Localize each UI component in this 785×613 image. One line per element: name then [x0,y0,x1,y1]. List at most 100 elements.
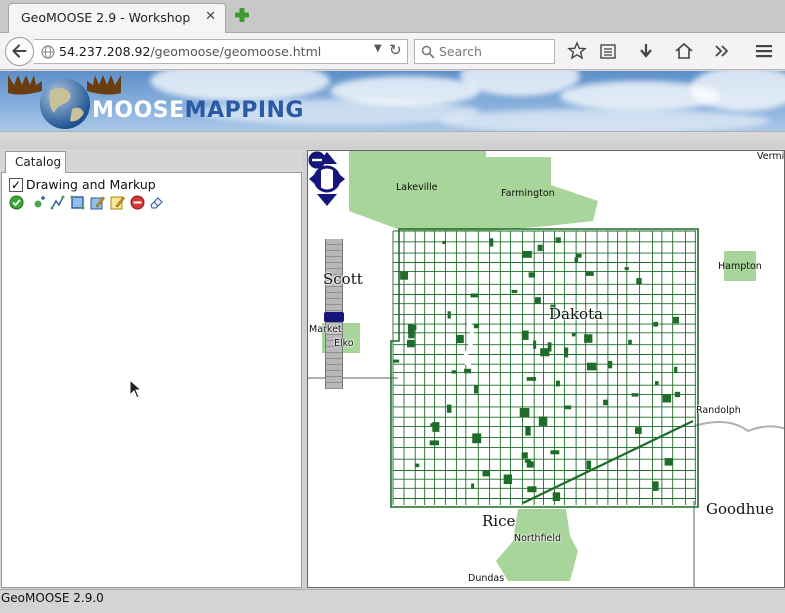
header-divider [0,131,785,149]
globe-icon [41,45,55,59]
reload-icon[interactable]: ↻ [389,41,402,59]
parcel-fill [432,422,440,432]
parcel-fill [470,293,479,298]
river-line [463,320,474,368]
parcel-fill [540,348,550,357]
parcel-fill [528,272,535,278]
parcel-fill [521,330,529,340]
menu-icon[interactable] [754,41,774,61]
parcel-fill [552,492,561,502]
logo-mapping: MAPPING [184,98,304,123]
edit-attributes-icon[interactable] [110,195,125,210]
layer-checkbox[interactable]: ✓ [9,178,23,192]
parcel-fill [451,370,457,374]
parcel-fill [607,360,613,369]
parcel-fill [664,458,673,466]
tab-catalog[interactable]: Catalog [5,151,66,173]
search-icon [421,45,435,59]
map-label-farmington: Farmington [501,188,555,199]
parcel-fill [575,253,582,258]
map-label-rice: Rice [482,512,516,530]
mouse-cursor-icon [129,379,143,399]
parcel-fill [446,404,452,413]
zoom-out-icon[interactable] [308,151,326,169]
parcel-fill [624,267,629,271]
parcel-fill [429,440,439,446]
layer-label[interactable]: Drawing and Markup [26,177,156,192]
map-view[interactable]: Lakeville Farmington Vermi Hampton Scott… [307,150,785,588]
parcel-fill [407,323,414,334]
map-label-dakota: Dakota [549,305,604,323]
parcel-fill [550,450,560,455]
reading-list-icon[interactable] [598,41,618,61]
map-label-goodhue: Goodhue [706,500,774,518]
parcel-fill [635,427,642,434]
status-bar: GeoMOOSE 2.9.0 [0,589,785,613]
parcel-fill [471,483,475,489]
back-arrow-icon [12,44,27,58]
parcel-fill [522,250,532,258]
map-label-lakeville: Lakeville [396,182,438,193]
parcel-fill [400,271,408,280]
parcel-fill [628,339,632,345]
parcel-fill [655,381,659,386]
draw-line-icon[interactable] [50,195,65,210]
home-icon[interactable] [674,41,694,61]
parcel-fill [603,399,608,406]
delete-feature-icon[interactable] [130,195,145,210]
map-label-elko: Elko [334,338,354,349]
overflow-chevron-icon[interactable] [712,41,732,61]
parcel-fill [407,339,415,348]
bookmark-star-icon[interactable] [567,41,587,61]
tab-title: GeoMOOSE 2.9 - Workshop [21,10,191,25]
search-input[interactable]: Search [439,44,482,59]
draw-point-icon[interactable] [32,195,47,210]
url-bar[interactable]: 54.237.208.92/geomoose/geomoose.html ▼ ↻ [34,39,408,64]
parcel-fill [571,332,576,337]
parcel-fill [503,474,512,484]
parcel-fill [456,334,464,344]
parcel-fill [586,271,594,276]
map-label-vermillion: Vermi [757,151,785,162]
county-outline [390,228,699,508]
parcel-grid [390,228,699,508]
city-area-lakeville-farmington [349,151,598,231]
parcel-fill [489,238,494,247]
download-icon[interactable] [636,41,656,61]
parcel-fill [533,340,537,349]
parcel-fill [415,463,420,468]
parcel-fill [538,416,548,426]
new-tab-icon[interactable] [233,6,251,24]
parcel-fill [672,316,679,324]
parcel-fill [674,366,678,373]
url-text[interactable]: 54.237.208.92/geomoose/geomoose.html [59,44,321,59]
parcel-fill [511,289,518,294]
parcel-fill [525,426,531,436]
app-logo-text: MOOSEMAPPING [92,98,304,123]
draw-polygon-icon[interactable] [70,195,85,210]
search-box[interactable]: Search [414,39,555,64]
parcel-fill [662,394,672,403]
map-label-hampton: Hampton [718,261,762,272]
parcel-fill [519,408,530,418]
parcel-fill [587,362,597,371]
catalog-body [1,172,302,588]
url-host: 54.237.208.92 [59,44,151,59]
map-label-scott: Scott [323,270,363,288]
status-text: GeoMOOSE 2.9.0 [1,591,104,605]
parcel-fill [464,368,472,374]
close-icon[interactable]: ✕ [205,9,216,24]
parcel-fill [442,240,446,244]
browser-tab[interactable]: GeoMOOSE 2.9 - Workshop ✕ [8,3,226,33]
edit-feature-icon[interactable] [90,195,105,210]
zoom-slider-handle[interactable] [324,312,344,322]
parcel-fill [652,481,659,491]
map-canvas[interactable] [308,151,785,588]
back-button[interactable] [5,37,34,66]
eraser-icon[interactable] [149,195,164,210]
parcel-fill [524,459,531,463]
url-dropdown-icon[interactable]: ▼ [374,43,382,54]
parcel-fill [586,460,592,470]
layer-visible-icon[interactable] [9,195,24,210]
parcel-fill [653,321,658,327]
